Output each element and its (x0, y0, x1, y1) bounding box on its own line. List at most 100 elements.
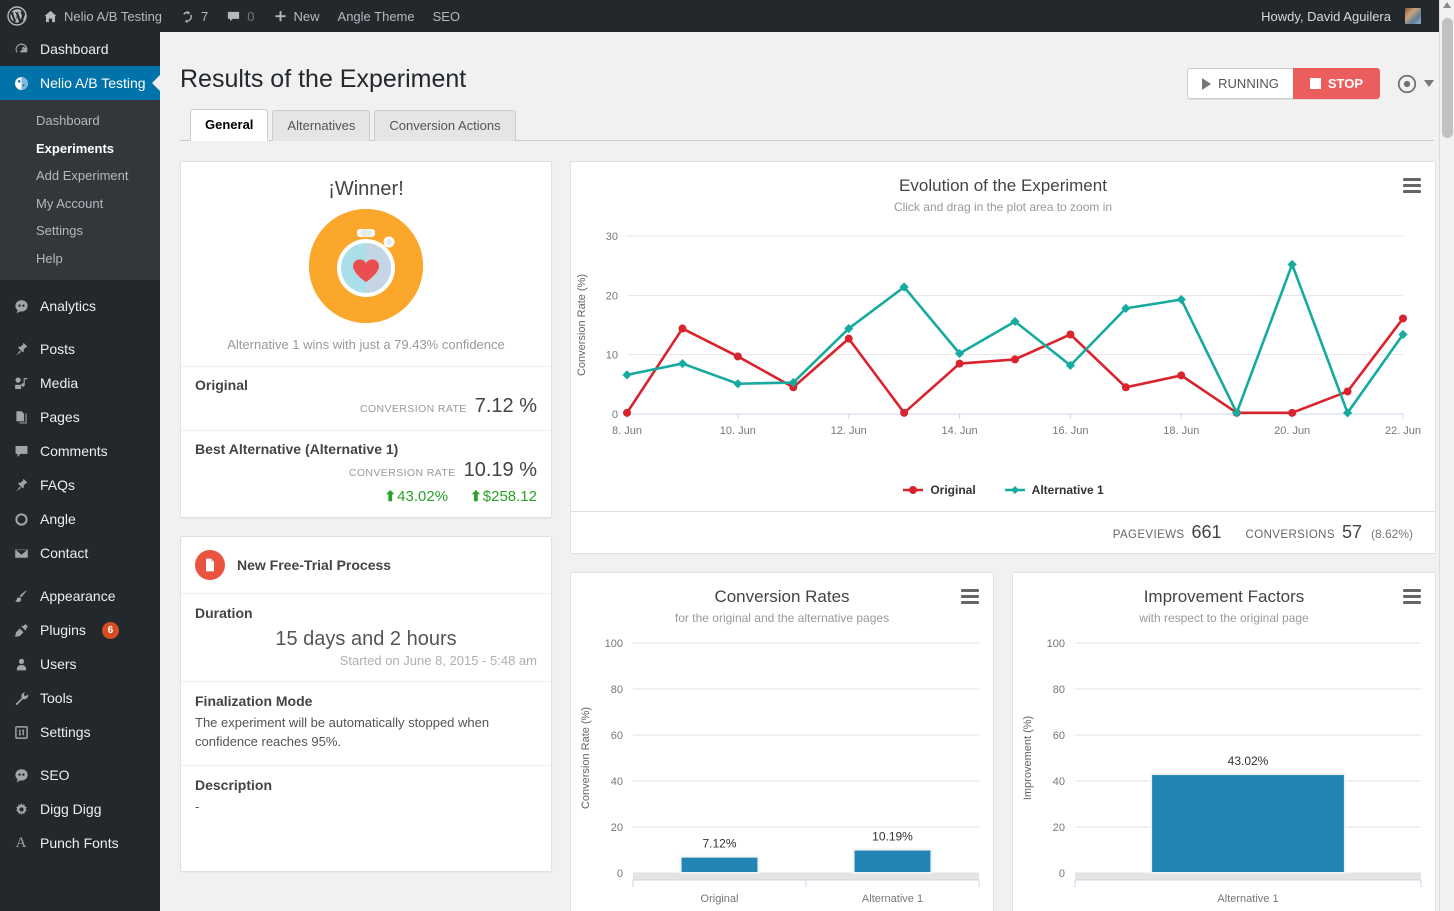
svg-text:40: 40 (611, 776, 623, 788)
seo-button[interactable]: SEO (424, 0, 469, 32)
chevron-down-icon (1424, 80, 1434, 87)
conversion-rates-plot[interactable]: 020406080100Conversion Rate (%)7.12%Orig… (571, 625, 993, 911)
improvement-factors-chart-card: Improvement Factors with respect to the … (1012, 572, 1436, 911)
tab-general[interactable]: General (190, 109, 268, 141)
sidebar-item-contact[interactable]: Contact (0, 536, 160, 570)
submenu-item-experiments[interactable]: Experiments (0, 135, 160, 163)
svg-text:60: 60 (1053, 730, 1065, 742)
sidebar-item-pages[interactable]: Pages (0, 400, 160, 434)
svg-text:Conversion Rate (%): Conversion Rate (%) (580, 706, 592, 808)
conversion-rates-title: Conversion Rates (571, 587, 993, 607)
running-label: RUNNING (1218, 76, 1279, 91)
delta-percent-value: 43.02% (397, 488, 448, 505)
stop-button[interactable]: STOP (1293, 68, 1380, 99)
improvement-factors-plot[interactable]: 020406080100Improvement (%)43.02%Alterna… (1013, 625, 1435, 911)
submenu-item-my-account[interactable]: My Account (0, 190, 160, 218)
new-content-button[interactable]: New (264, 0, 329, 32)
target-circle-icon (1396, 73, 1418, 95)
sidebar-item-label: Media (40, 375, 78, 391)
paintbrush-icon (11, 588, 31, 605)
stop-square-icon (1310, 78, 1321, 89)
howdy-account-menu[interactable]: Howdy, David Aguilera (1252, 0, 1430, 32)
sidebar-item-angle[interactable]: Angle (0, 502, 160, 536)
comments-count: 0 (247, 9, 254, 24)
sidebar-item-settings[interactable]: Settings (0, 715, 160, 749)
running-button[interactable]: RUNNING (1187, 68, 1293, 99)
sidebar-item-seo[interactable]: SEO (0, 758, 160, 792)
delta-percent: ⬆ 43.02% (384, 488, 448, 505)
svg-text:8. Jun: 8. Jun (612, 425, 642, 437)
page-header: Results of the Experiment RUNNING STOP (180, 42, 1434, 100)
improvement-factors-header: Improvement Factors with respect to the … (1013, 573, 1435, 625)
tab-conversion-actions[interactable]: Conversion Actions (374, 110, 515, 141)
legend-item-alternative-1[interactable]: Alternative 1 (1004, 483, 1104, 497)
improvement-factors-subtitle: with respect to the original page (1013, 611, 1435, 625)
legend-item-original[interactable]: Original (902, 483, 975, 497)
plugins-update-badge: 6 (102, 622, 119, 639)
description-block: Description - (181, 766, 551, 871)
evolution-chart-menu-button[interactable] (1403, 178, 1421, 193)
duration-label: Duration (195, 605, 537, 621)
sidebar-item-tools[interactable]: Tools (0, 681, 160, 715)
left-column: ¡Winner! (180, 161, 552, 872)
sidebar-item-nelio-ab-testing[interactable]: Nelio A/B Testing (0, 66, 160, 100)
sidebar-item-media[interactable]: Media (0, 366, 160, 400)
wordpress-logo-button[interactable] (0, 0, 34, 32)
admin-sidebar: Dashboard Nelio A/B Testing Dashboard Ex… (0, 32, 160, 911)
sidebar-item-appearance[interactable]: Appearance (0, 579, 160, 613)
sidebar-item-label: Angle (40, 511, 76, 527)
yoast-icon (11, 767, 31, 784)
duration-block: Duration 15 days and 2 hours Started on … (181, 594, 551, 682)
circle-icon (11, 511, 31, 528)
submenu-item-help[interactable]: Help (0, 245, 160, 273)
site-name-button[interactable]: Nelio A/B Testing (34, 0, 171, 32)
sidebar-item-users[interactable]: Users (0, 647, 160, 681)
scrollbar-thumb[interactable] (1442, 18, 1453, 138)
sidebar-item-label: Analytics (40, 298, 96, 314)
angle-theme-button[interactable]: Angle Theme (329, 0, 424, 32)
plus-icon (273, 9, 288, 24)
updates-button[interactable]: 7 (171, 0, 217, 32)
submenu-item-settings[interactable]: Settings (0, 217, 160, 245)
dashboard-icon (11, 41, 31, 58)
right-column: Evolution of the Experiment Click and dr… (570, 161, 1436, 911)
page-document-icon (195, 550, 225, 580)
svg-text:10. Jun: 10. Jun (720, 425, 756, 437)
svg-text:0: 0 (612, 409, 618, 421)
sidebar-item-faqs[interactable]: FAQs (0, 468, 160, 502)
main-content: Results of the Experiment RUNNING STOP (160, 32, 1454, 911)
sidebar-item-punch-fonts[interactable]: A Punch Fonts (0, 826, 160, 860)
sidebar-item-dashboard[interactable]: Dashboard (0, 32, 160, 66)
evolution-chart-subtitle: Click and drag in the plot area to zoom … (571, 200, 1435, 214)
wrench-icon (11, 690, 31, 707)
stats-bar: PAGEVIEWS 661 CONVERSIONS 57 (8.62%) (571, 511, 1435, 553)
comments-button[interactable]: 0 (217, 0, 263, 32)
sidebar-item-label: Pages (40, 409, 80, 425)
conversion-rates-menu-button[interactable] (961, 589, 979, 604)
sidebar-item-label: Digg Digg (40, 801, 101, 817)
submenu-item-dashboard[interactable]: Dashboard (0, 107, 160, 135)
page-scrollbar[interactable] (1439, 0, 1454, 911)
evolution-chart-plot[interactable]: 0102030Conversion Rate (%)8. Jun10. Jun1… (571, 214, 1423, 474)
sidebar-item-posts[interactable]: Posts (0, 332, 160, 366)
sidebar-item-label: Settings (40, 724, 91, 740)
pages-icon (11, 409, 31, 426)
new-content-label: New (294, 9, 320, 24)
dashboard-grid: ¡Winner! (180, 141, 1434, 911)
pin-icon (11, 477, 31, 494)
sidebar-item-comments[interactable]: Comments (0, 434, 160, 468)
updates-count: 7 (201, 9, 208, 24)
svg-text:80: 80 (1053, 684, 1065, 696)
tab-alternatives[interactable]: Alternatives (272, 110, 370, 141)
improvement-factors-menu-button[interactable] (1403, 589, 1421, 604)
sidebar-item-plugins[interactable]: Plugins 6 (0, 613, 160, 647)
svg-text:7.12%: 7.12% (702, 836, 736, 850)
best-alternative-metric-block: Best Alternative (Alternative 1) CONVERS… (181, 431, 551, 517)
submenu-item-add-experiment[interactable]: Add Experiment (0, 162, 160, 190)
sidebar-item-analytics[interactable]: Analytics (0, 289, 160, 323)
svg-text:60: 60 (611, 730, 623, 742)
options-dropdown-button[interactable] (1390, 73, 1434, 95)
sidebar-item-digg-digg[interactable]: Digg Digg (0, 792, 160, 826)
finalization-block: Finalization Mode The experiment will be… (181, 682, 551, 766)
scroll-up-arrow-icon[interactable] (1443, 2, 1451, 8)
